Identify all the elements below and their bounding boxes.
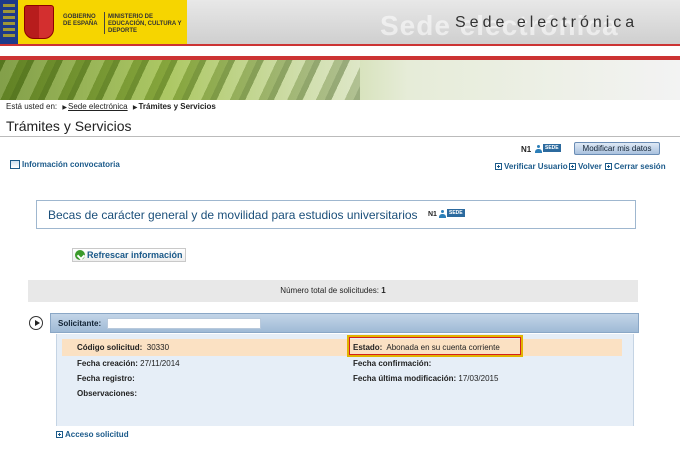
gov-label: GOBIERNO DE ESPAÑA <box>63 14 98 27</box>
solicitante-value <box>107 318 261 329</box>
fecha-creacion-value: 27/11/2014 <box>140 359 180 368</box>
plus-icon <box>605 163 612 170</box>
back-label: Volver <box>578 162 602 171</box>
info-convocatoria-link[interactable]: Información convocatoria <box>10 160 120 169</box>
logout-label: Cerrar sesión <box>614 162 666 171</box>
site-header: GOBIERNO DE ESPAÑA MINISTERIO DE EDUCACI… <box>0 0 680 46</box>
page-title: Trámites y Servicios <box>6 118 132 134</box>
site-title: Sede electrónica <box>455 14 639 31</box>
fecha-ultima-field: Fecha última modificación: 17/03/2015 <box>353 374 498 383</box>
eu-flag-icon <box>0 0 18 44</box>
acceso-solicitud-label: Acceso solicitud <box>65 430 129 439</box>
codigo-value: 30330 <box>146 343 170 352</box>
ministry-label: MINISTERIO DE EDUCACIÓN, CULTURA Y DEPOR… <box>108 14 182 34</box>
fecha-registro-label: Fecha registro: <box>77 374 135 383</box>
fecha-ultima-value: 17/03/2015 <box>458 374 499 383</box>
refresh-label: Refrescar información <box>87 250 183 260</box>
fecha-ultima-label: Fecha última modificación: <box>353 374 457 383</box>
breadcrumb-current: Trámites y Servicios <box>138 102 216 111</box>
estado-value: Abonada en su cuenta corriente <box>386 343 500 352</box>
convocatoria-level: N1 <box>428 211 437 218</box>
header-banner-image <box>0 58 680 100</box>
breadcrumb-arrow-icon: ▶ <box>62 105 68 111</box>
solicitante-header: Solicitante: <box>50 313 639 333</box>
total-label: Número total de solicitudes: <box>280 286 380 295</box>
plus-icon <box>569 163 576 170</box>
observaciones-label: Observaciones: <box>77 389 138 398</box>
refresh-button[interactable]: Refrescar información <box>72 248 186 262</box>
plus-icon <box>495 163 502 170</box>
fecha-creacion-label: Fecha creación: <box>77 359 138 368</box>
breadcrumb: Está usted en: ▶Sede electrónica ▶Trámit… <box>6 102 216 111</box>
convocatoria-title: Becas de carácter general y de movilidad… <box>48 208 418 222</box>
government-logo-block: GOBIERNO DE ESPAÑA MINISTERIO DE EDUCACI… <box>0 0 187 44</box>
fecha-creacion-field: Fecha creación: 27/11/2014 <box>77 359 180 368</box>
plus-icon <box>56 431 63 438</box>
codigo-field: Código solicitud: 30330 <box>77 343 169 352</box>
total-requests-bar: Número total de solicitudes: 1 <box>28 280 638 302</box>
verify-user-label: Verificar Usuario <box>504 162 568 171</box>
user-icon <box>439 210 446 218</box>
fecha-confirmacion-field: Fecha confirmación: <box>353 359 431 368</box>
acceso-solicitud-link[interactable]: Acceso solicitud <box>56 430 129 439</box>
title-divider <box>0 136 680 137</box>
modify-data-button[interactable]: Modificar mis datos <box>574 142 660 155</box>
expand-play-icon[interactable] <box>29 316 43 330</box>
user-icon <box>535 145 542 153</box>
observaciones-field: Observaciones: <box>77 389 137 398</box>
logo-divider <box>104 12 105 34</box>
back-link[interactable]: Volver <box>569 162 602 171</box>
breadcrumb-link-sede[interactable]: Sede electrónica <box>68 102 128 111</box>
estado-field: Estado: Abonada en su cuenta corriente <box>353 343 500 352</box>
auth-level: N1 <box>521 145 532 154</box>
document-icon <box>10 160 20 169</box>
fecha-registro-field: Fecha registro: <box>77 374 135 383</box>
convocatoria-box: Becas de carácter general y de movilidad… <box>36 200 636 229</box>
logout-link[interactable]: Cerrar sesión <box>605 162 666 171</box>
estado-label: Estado: <box>353 343 383 352</box>
breadcrumb-prefix: Está usted en: <box>6 102 58 111</box>
total-value: 1 <box>381 286 386 295</box>
solicitante-label: Solicitante: <box>58 319 102 328</box>
fecha-confirmacion-label: Fecha confirmación: <box>353 359 432 368</box>
codigo-label: Código solicitud: <box>77 343 143 352</box>
coat-of-arms-icon <box>24 5 54 39</box>
verify-user-link[interactable]: Verificar Usuario <box>495 162 568 171</box>
breadcrumb-arrow-icon: ▶ <box>132 105 138 111</box>
refresh-icon <box>75 250 85 260</box>
info-convocatoria-label: Información convocatoria <box>22 160 120 169</box>
sede-badge: SEDE <box>543 144 561 152</box>
sede-badge: SEDE <box>447 209 465 217</box>
